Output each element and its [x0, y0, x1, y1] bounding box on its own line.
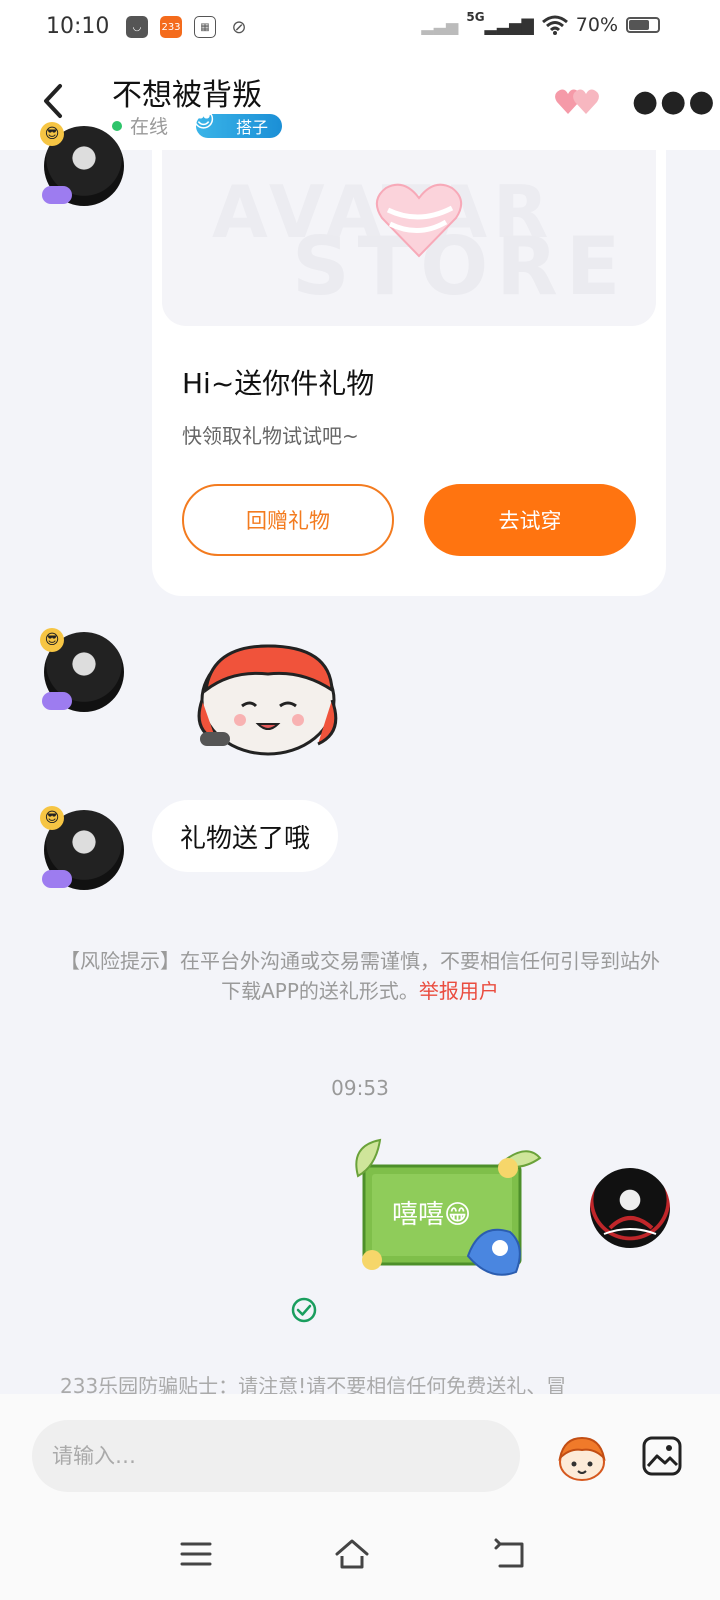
gift-card-subtitle: 快领取礼物试试吧~: [182, 424, 359, 448]
sunglasses-emoji-icon: 😎: [192, 107, 215, 133]
my-sticker-text: 嘻嘻😁: [392, 1200, 472, 1230]
more-dots-icon[interactable]: ●●●: [632, 87, 717, 117]
my-avatar[interactable]: [590, 1168, 670, 1248]
menu-icon[interactable]: [178, 1536, 214, 1572]
risk-notice: 【风险提示】在平台外沟通或交易需谨慎，不要相信任何引导到站外下载APP的送礼形式…: [60, 946, 660, 1006]
battery-percent: 70%: [575, 14, 618, 36]
online-status: 在线 😎 搭子: [112, 108, 283, 139]
status-right: ▂▃▅ 5G ▂▃▅▇ 70%: [421, 10, 660, 36]
battery-icon: [626, 17, 660, 33]
online-label: 在线: [130, 116, 169, 138]
status-bar: 10:10 ◡ 233 ▦ ⊘ ▂▃▅ 5G ▂▃▅▇ 70%: [0, 0, 720, 56]
character-sticker[interactable]: [192, 640, 342, 764]
message-input[interactable]: [32, 1420, 520, 1492]
report-user-link[interactable]: 举报用户: [419, 979, 499, 1003]
home-icon[interactable]: [334, 1536, 370, 1572]
back-arrow-icon[interactable]: [36, 78, 76, 124]
status-notification-icons: ◡ 233 ▦ ⊘: [126, 16, 250, 38]
message-bubble[interactable]: 礼物送了哦: [152, 800, 339, 872]
avatar-bow-icon: [42, 870, 72, 888]
friend-avatar[interactable]: 😎: [40, 628, 124, 712]
message-timestamp: 09:53: [331, 1076, 389, 1100]
avatar-art: [603, 1216, 657, 1235]
input-bar: [0, 1394, 720, 1506]
system-nav-bar: [0, 1506, 720, 1600]
signal-weak-icon: ▂▃▅: [421, 15, 459, 35]
gift-heart-icon: [375, 183, 463, 258]
avatar-bow-icon: [42, 692, 72, 710]
signal-icon: ▂▃▅▇: [484, 15, 534, 35]
partner-tag-label: 搭子: [236, 117, 269, 137]
partner-tag: 😎 搭子: [192, 108, 283, 138]
return-gift-button[interactable]: 回赠礼物: [182, 484, 394, 556]
online-dot: [112, 120, 122, 131]
check-circle-icon: [291, 1297, 317, 1323]
image-picker-icon[interactable]: [642, 1436, 682, 1476]
try-on-button[interactable]: 去试穿: [424, 484, 636, 556]
chat-title: 不想被背叛: [112, 78, 262, 113]
gift-card-banner: AVATAR STORE: [162, 150, 656, 326]
back-nav-icon[interactable]: [492, 1536, 528, 1572]
gift-card: AVATAR STORE Hi~送你件礼物 快领取礼物试试吧~ 回赠礼物 去试穿: [152, 150, 666, 596]
battery-level: [629, 20, 649, 30]
avatar-badge-icon: 😎: [40, 628, 64, 652]
avatar-bow-icon: [42, 186, 72, 204]
gift-card-title: Hi~送你件礼物: [182, 367, 375, 400]
avatar-badge-icon: 😎: [40, 806, 64, 830]
shopping-bag-icon: ◡: [126, 16, 148, 38]
avatar-badge-icon: 😎: [40, 122, 64, 146]
hearts-icon[interactable]: [554, 86, 602, 116]
status-time: 10:10: [46, 14, 110, 39]
risk-notice-text: 【风险提示】在平台外沟通或交易需谨慎，不要相信任何引导到站外下载APP的送礼形式…: [60, 949, 660, 1003]
network-type: 5G: [466, 10, 485, 24]
app-grid-icon: ▦: [194, 16, 216, 38]
friend-avatar[interactable]: 😎: [40, 806, 124, 890]
friend-avatar[interactable]: 😎: [40, 122, 124, 206]
my-sticker-message[interactable]: 嘻嘻😁: [350, 1136, 550, 1290]
link-icon: ⊘: [228, 16, 250, 38]
wifi-icon: [541, 15, 568, 35]
emoji-face-icon[interactable]: [554, 1434, 610, 1482]
app-233-icon: 233: [160, 16, 182, 38]
